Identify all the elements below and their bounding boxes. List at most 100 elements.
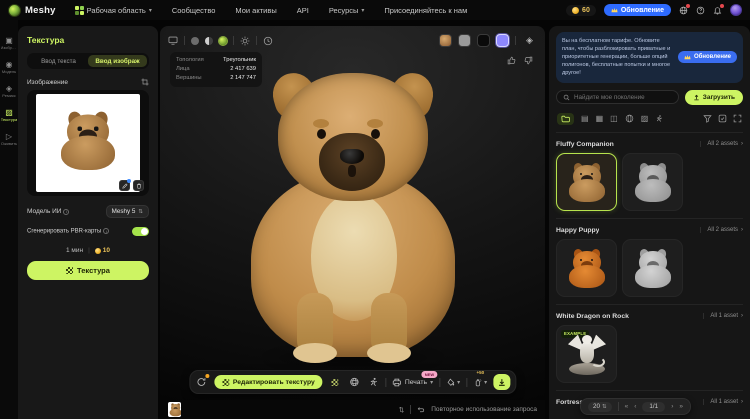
asset-thumb-white-dragon[interactable]: EXAMPLE — [556, 325, 617, 383]
ai-model-select[interactable]: Meshy 5 ⇅ — [106, 205, 149, 218]
thumbs-up-icon[interactable] — [507, 56, 516, 65]
asset-filter-row: ▤ ▦ ◫ ▨ — [556, 113, 743, 125]
reuse-prompt-label[interactable]: Повторное использование запроса — [431, 406, 537, 413]
upgrade-button[interactable]: Обновление — [604, 4, 671, 16]
remesh-tool-button[interactable] — [348, 376, 361, 389]
download-button[interactable] — [493, 374, 510, 390]
pbr-row: Сгенерировать PBR-картыi — [27, 227, 149, 236]
rail-item-animate[interactable]: ▷ Оживить — [0, 130, 18, 149]
ai-model-row: Модель ИИi Meshy 5 ⇅ — [27, 205, 149, 218]
crop-icon[interactable] — [141, 78, 149, 86]
animate-tool-button[interactable] — [367, 376, 380, 389]
all-assets-link[interactable]: All 1 asset› — [703, 399, 743, 405]
filter-models-button[interactable] — [625, 114, 634, 123]
swatch-gray[interactable] — [458, 34, 471, 47]
all-assets-link[interactable]: All 1 asset› — [703, 313, 743, 319]
search-box[interactable] — [556, 90, 679, 104]
retexture-history-button[interactable] — [195, 376, 208, 389]
swatch-black[interactable] — [477, 34, 490, 47]
edit-texture-button[interactable]: Редактировать текстуру — [214, 375, 323, 389]
history-clock-icon[interactable] — [263, 36, 273, 46]
left-nav-rail: ▣ Изображение ◉ Модель ◈ Ремикс ▨ Тексту… — [0, 20, 18, 419]
user-avatar[interactable] — [730, 4, 742, 16]
rail-item-model[interactable]: ◉ Модель — [0, 58, 18, 77]
expand-icon[interactable] — [733, 114, 742, 123]
shading-matcap-button[interactable] — [205, 37, 213, 45]
info-icon: i — [103, 228, 109, 234]
nav-resources[interactable]: Ресурсы ▾ — [324, 3, 370, 18]
bonus-paint-menu-button[interactable]: +50 ▾ — [473, 376, 487, 389]
tab-image-input[interactable]: Ввод изображ — [88, 55, 147, 67]
panel-title: Текстура — [27, 35, 149, 45]
nav-join-us[interactable]: Присоединяйтесь к нам — [379, 3, 472, 18]
collapse-icon[interactable]: ⇅ — [399, 406, 404, 414]
help-button[interactable] — [696, 6, 705, 15]
nav-community[interactable]: Сообщество — [167, 3, 221, 18]
notifications-button[interactable] — [713, 6, 722, 15]
select-mode-icon[interactable] — [718, 114, 727, 123]
filter-saved-button[interactable]: ◫ — [610, 115, 618, 123]
texture-tool-button[interactable] — [329, 376, 342, 389]
filter-textures-button[interactable]: ▨ — [641, 115, 649, 123]
texture-icon — [222, 379, 229, 386]
runner-icon — [655, 114, 663, 123]
feedback-buttons — [507, 56, 533, 65]
filter-folders-button[interactable] — [557, 113, 574, 125]
swatch-textured[interactable] — [439, 34, 452, 47]
generate-texture-button[interactable]: Текстура — [27, 261, 149, 280]
last-page-button[interactable]: » — [679, 403, 683, 410]
3d-model-puppy[interactable] — [245, 67, 461, 367]
shading-solid-button[interactable] — [191, 37, 199, 45]
asset-thumb-fluffy-textured[interactable] — [556, 153, 617, 211]
view-controls — [703, 114, 742, 123]
delete-image-button[interactable] — [133, 180, 144, 191]
all-assets-link[interactable]: All 2 assets› — [700, 227, 743, 233]
filter-all-button[interactable]: ▦ — [596, 115, 604, 123]
nav-workspace[interactable]: Рабочая область ▾ — [70, 3, 157, 18]
notification-dot — [205, 374, 209, 378]
meshy-logo[interactable]: Meshy — [8, 4, 56, 17]
asset-thumb-happy-silver[interactable] — [622, 239, 683, 297]
language-globe-button[interactable] — [679, 6, 688, 15]
nav-my-assets[interactable]: Мои активы — [230, 3, 281, 18]
first-page-button[interactable]: « — [625, 403, 629, 410]
prompt-image-thumb[interactable] — [168, 402, 181, 417]
paint-menu-button[interactable]: ▾ — [446, 376, 460, 389]
paint-bucket-icon — [446, 378, 455, 387]
print-menu-button[interactable]: NEW Печать ▾ — [393, 378, 433, 387]
nav-api[interactable]: API — [292, 3, 314, 18]
filter-images-button[interactable]: ▤ — [581, 115, 589, 123]
all-assets-link[interactable]: All 2 assets› — [700, 141, 743, 147]
credits-balance[interactable]: 60 — [566, 5, 596, 16]
tab-text-input[interactable]: Ввод текста — [29, 55, 88, 67]
asset-section-header: Happy Puppy All 2 assets› — [556, 227, 743, 234]
filter-animations-button[interactable] — [655, 114, 663, 123]
notification-dot — [686, 4, 690, 8]
rail-item-image[interactable]: ▣ Изображение — [0, 34, 18, 53]
per-page-select[interactable]: 20 ⇅ — [588, 402, 612, 412]
swatch-purple-selected[interactable] — [496, 34, 509, 47]
asset-thumb-happy-orange[interactable] — [556, 239, 617, 297]
thumbs-down-icon[interactable] — [524, 56, 533, 65]
reference-image-card[interactable] — [27, 90, 149, 196]
sun-icon[interactable] — [240, 36, 250, 46]
rail-item-texture[interactable]: ▨ Текстура — [0, 106, 18, 125]
chevron-right-icon: › — [741, 313, 743, 319]
sort-filter-icon[interactable] — [703, 114, 712, 123]
pbr-toggle[interactable] — [132, 227, 149, 236]
search-input[interactable] — [574, 94, 672, 101]
generation-cost-row: 1 мин | 10 — [27, 247, 149, 254]
edit-image-button[interactable] — [119, 180, 130, 191]
chevron-right-icon: › — [741, 227, 743, 233]
prev-page-button[interactable]: ‹ — [634, 403, 636, 410]
wireframe-toggle[interactable]: ◈ — [522, 33, 537, 48]
upload-button[interactable]: Загрузить — [685, 90, 743, 105]
monitor-icon[interactable] — [168, 36, 178, 45]
notice-upgrade-button[interactable]: Обновление — [678, 51, 737, 63]
workspace-grid-icon — [75, 6, 84, 15]
next-page-button[interactable]: › — [671, 403, 673, 410]
3d-viewport[interactable]: ◈ Топология Треугольник Лица 2 417 639 В… — [160, 26, 545, 400]
shading-textured-button[interactable] — [219, 37, 227, 45]
asset-thumb-fluffy-gray[interactable] — [622, 153, 683, 211]
rail-item-remix[interactable]: ◈ Ремикс — [0, 82, 18, 101]
